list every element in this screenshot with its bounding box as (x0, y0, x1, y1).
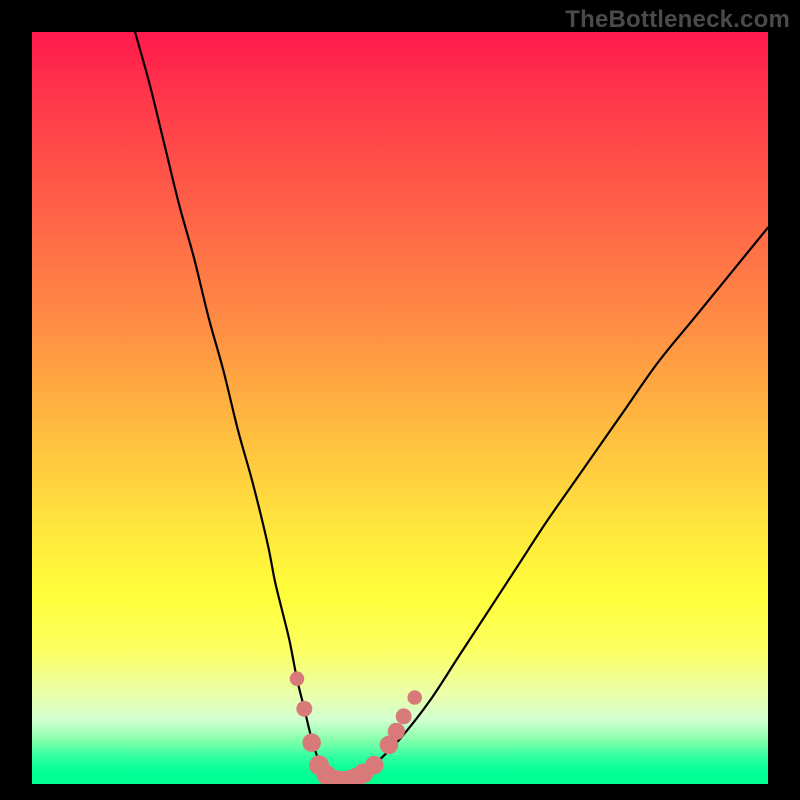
curve-layer (32, 32, 768, 784)
highlight-dot (302, 733, 321, 752)
highlight-dot (296, 701, 312, 717)
plot-area (32, 32, 768, 784)
watermark-text: TheBottleneck.com (565, 6, 790, 34)
highlight-dot (388, 723, 405, 740)
highlight-dot (396, 708, 412, 724)
highlight-dot (407, 690, 422, 705)
highlight-dot (365, 756, 384, 775)
bottleneck-curve (135, 32, 768, 784)
chart-frame: TheBottleneck.com (0, 0, 800, 800)
highlight-dot (290, 671, 305, 686)
